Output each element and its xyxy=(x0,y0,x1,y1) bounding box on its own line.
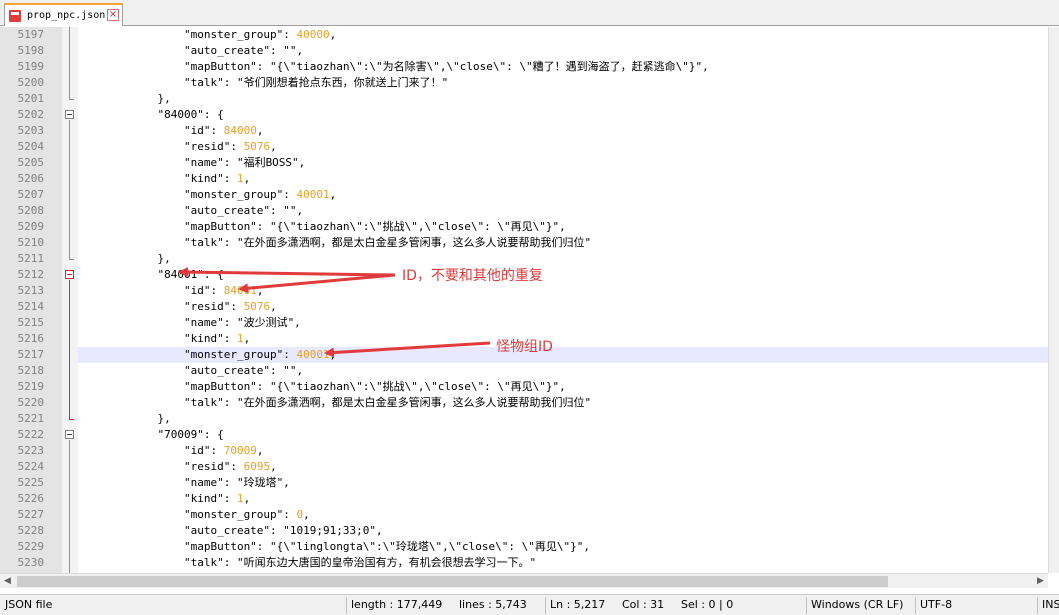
arrow-to-id-84001 xyxy=(238,273,396,294)
status-insert-mode[interactable]: INS xyxy=(1037,595,1059,615)
code-editor[interactable]: 5197 "monster_group": 40000, 5198 "auto_c… xyxy=(0,27,1048,573)
status-file-type: JSON file xyxy=(5,598,53,611)
status-bar: JSON file length : 177,449 lines : 5,743… xyxy=(0,594,1059,615)
annotation-id-note: ID，不要和其他的重复 xyxy=(402,268,543,284)
tab-prop-npc-json[interactable]: prop_npc.json × xyxy=(4,3,123,26)
status-encoding[interactable]: UTF-8 xyxy=(915,595,952,615)
save-icon xyxy=(9,9,21,22)
scroll-right-icon[interactable]: ▶ xyxy=(1033,574,1048,589)
status-lines: lines : 5,743 xyxy=(459,598,527,611)
scroll-left-icon[interactable]: ◀ xyxy=(0,574,15,589)
annotation-group-note: 怪物组ID xyxy=(496,339,553,355)
status-sel: Sel : 0 | 0 xyxy=(681,598,734,611)
close-icon[interactable]: × xyxy=(107,9,119,21)
annotation-arrows xyxy=(178,267,491,358)
arrow-to-monster-group xyxy=(324,341,491,358)
status-col: Col : 31 xyxy=(622,598,665,611)
tab-label: prop_npc.json xyxy=(27,10,106,21)
status-length: length : 177,449 xyxy=(351,598,443,611)
vertical-scrollbar[interactable] xyxy=(1048,27,1059,573)
horizontal-scroll-thumb[interactable] xyxy=(17,576,888,587)
tab-bar: prop_npc.json × xyxy=(0,0,1059,26)
status-eol[interactable]: Windows (CR LF) xyxy=(806,595,903,615)
horizontal-scrollbar[interactable]: ◀ ▶ xyxy=(0,573,1048,588)
arrow-to-key-84001 xyxy=(178,267,396,278)
status-ln: Ln : 5,217 xyxy=(550,598,606,611)
